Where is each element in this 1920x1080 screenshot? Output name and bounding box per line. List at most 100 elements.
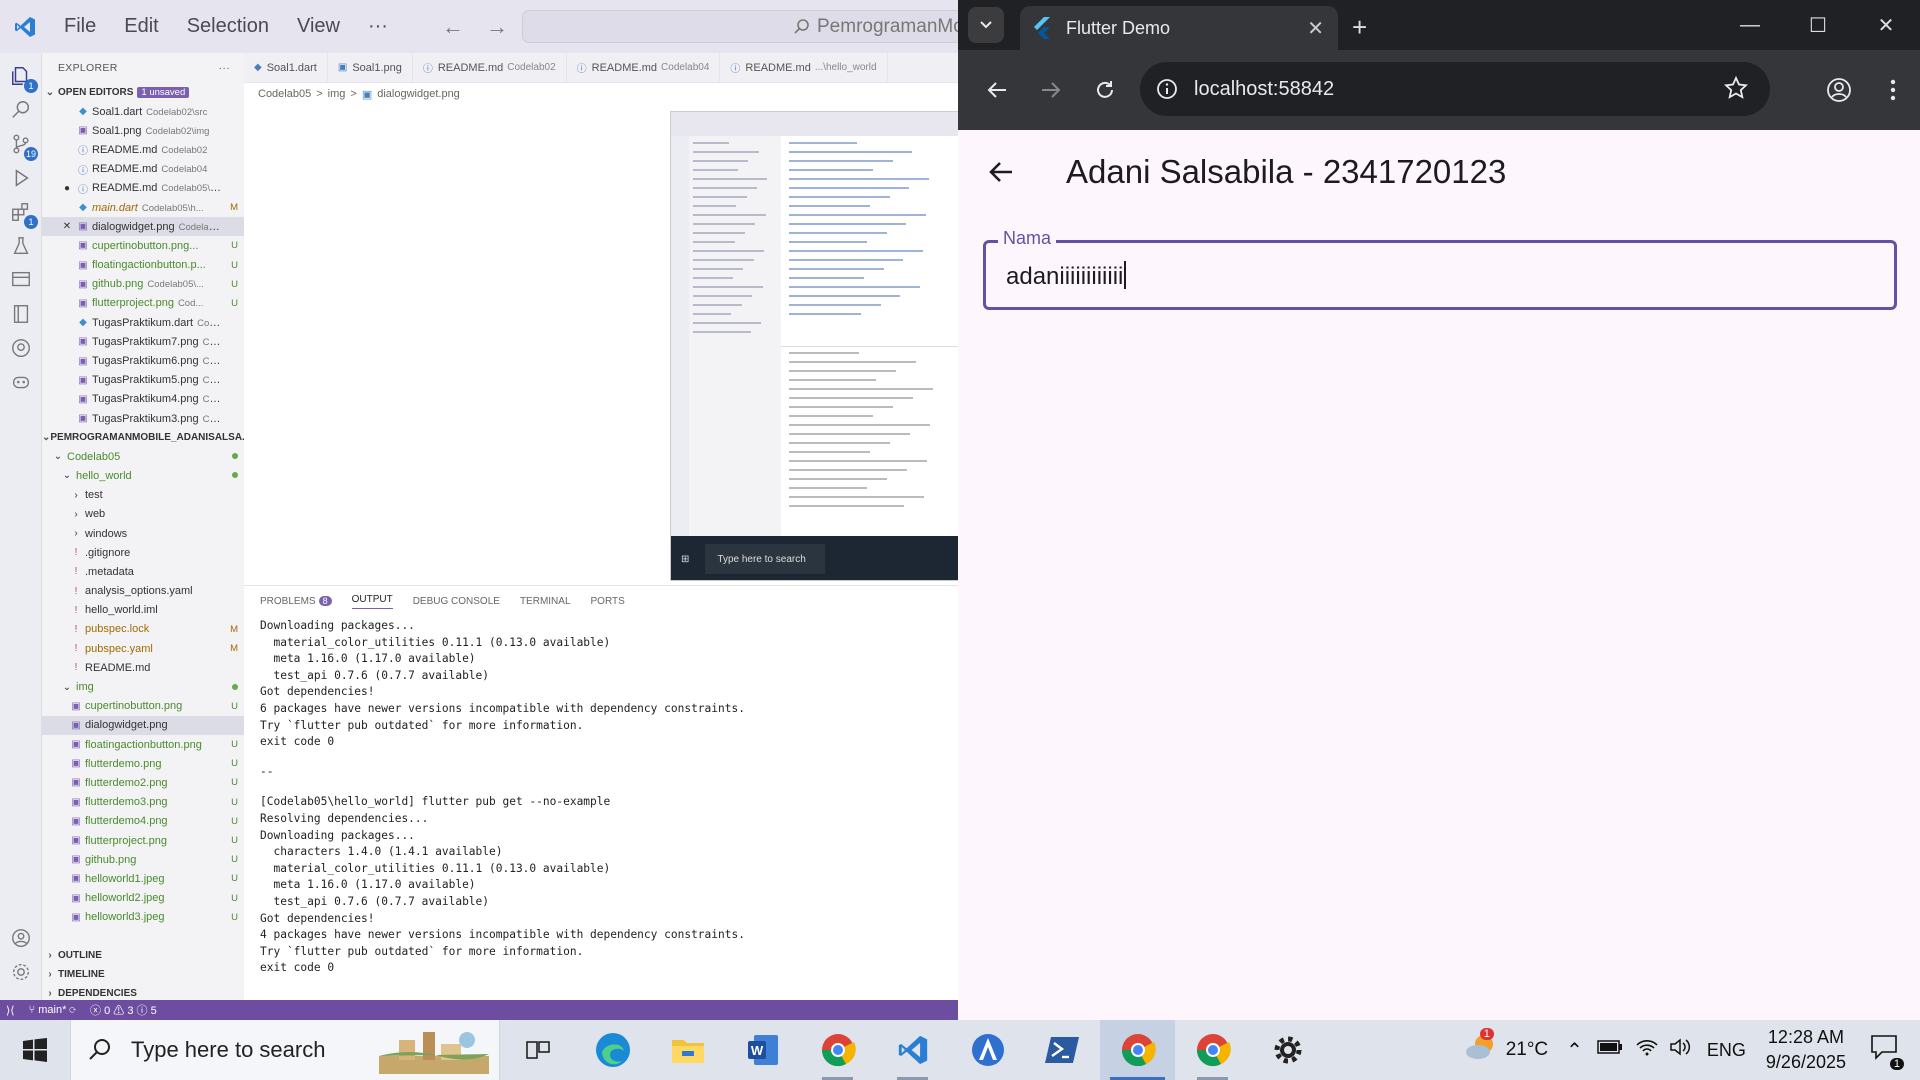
- dependencies-section[interactable]: › DEPENDENCIES: [42, 984, 244, 1000]
- site-info-icon[interactable]: [1144, 78, 1190, 100]
- clock[interactable]: 12:28 AM 9/26/2025: [1766, 1025, 1846, 1075]
- address-bar[interactable]: localhost:58842: [1140, 62, 1770, 116]
- menu-more[interactable]: ···: [354, 15, 402, 38]
- tab-readme-codelab02[interactable]: ⓘ README.md Codelab02: [413, 53, 567, 82]
- tree-item[interactable]: ▣ dialogwidget.png: [42, 715, 244, 735]
- breadcrumb-item[interactable]: img: [328, 88, 346, 100]
- open-editor-item[interactable]: ✕ ▣ dialogwidget.png Codelab0...: [42, 217, 244, 237]
- menu-file[interactable]: File: [50, 15, 110, 38]
- bookmark-star-icon[interactable]: [1723, 75, 1749, 106]
- tree-item[interactable]: ▣ cupertinobutton.png U: [42, 697, 244, 716]
- weather-icon[interactable]: 1: [1464, 1028, 1498, 1068]
- profile-icon[interactable]: [1812, 77, 1866, 103]
- outline-section[interactable]: › OUTLINE: [42, 946, 244, 965]
- close-icon[interactable]: ✕: [60, 221, 74, 232]
- forward-icon[interactable]: [1024, 79, 1078, 101]
- tree-item[interactable]: › test: [42, 486, 244, 505]
- testing-icon[interactable]: [8, 233, 34, 259]
- maximize-icon[interactable]: ☐: [1784, 0, 1852, 50]
- language-indicator[interactable]: ENG: [1707, 1040, 1746, 1061]
- branch-indicator[interactable]: ⑂ main* ⟳: [29, 1004, 76, 1016]
- tab-problems[interactable]: PROBLEMS 8: [260, 595, 332, 607]
- timeline-section[interactable]: › TIMELINE: [42, 965, 244, 984]
- open-editor-item[interactable]: ◆ TugasPraktikum.dartCodela...: [42, 313, 244, 332]
- tree-item[interactable]: ▣ flutterdemo4.png U: [42, 812, 244, 831]
- volume-icon[interactable]: [1669, 1037, 1693, 1063]
- extensions-icon[interactable]: 1: [8, 199, 38, 229]
- tree-item[interactable]: ▣ helloworld2.jpeg U: [42, 889, 244, 908]
- open-editor-item[interactable]: ▣ TugasPraktikum3.pngCode...: [42, 409, 244, 428]
- explorer-more-button[interactable]: ···: [219, 62, 230, 74]
- github-icon[interactable]: [8, 335, 34, 361]
- tree-item[interactable]: ! analysis_options.yaml: [42, 582, 244, 601]
- tree-item[interactable]: ⌄ hello_world: [42, 466, 244, 485]
- tree-item[interactable]: ! pubspec.lock M: [42, 620, 244, 639]
- battery-icon[interactable]: [1597, 1039, 1623, 1061]
- open-editor-item[interactable]: ▣ floatingactionbutton.p... U: [42, 256, 244, 275]
- chevron-up-icon[interactable]: ⌃: [1566, 1038, 1583, 1063]
- problems-indicator[interactable]: ⓧ 0 ⚠ 3 ⓘ 5: [90, 1002, 157, 1018]
- open-editor-item[interactable]: ⓘ README.md Codelab02: [42, 140, 244, 159]
- tree-item[interactable]: ▣ flutterdemo.png U: [42, 754, 244, 773]
- tree-item[interactable]: › windows: [42, 524, 244, 543]
- search-icon[interactable]: [8, 97, 34, 123]
- minimize-icon[interactable]: —: [1716, 0, 1784, 50]
- tree-item[interactable]: ▣ flutterdemo2.png U: [42, 773, 244, 792]
- nama-text-field[interactable]: Nama adaniiiiiiiiiiii: [983, 228, 1897, 310]
- workspace-header[interactable]: ⌄ PEMROGRAMANMOBILE_ADANISALSA...: [42, 428, 244, 447]
- forward-arrow-icon[interactable]: →: [486, 14, 508, 40]
- notification-icon[interactable]: 1: [1870, 1034, 1904, 1070]
- tab-soal1-png[interactable]: ▣ Soal1.png: [328, 53, 413, 82]
- tree-item[interactable]: ▣ floatingactionbutton.png U: [42, 735, 244, 754]
- remote-explorer-icon[interactable]: [8, 267, 34, 293]
- tree-item[interactable]: ▣ flutterdemo3.png U: [42, 793, 244, 812]
- open-editor-item[interactable]: ▣ Soal1.png Codelab02\img: [42, 121, 244, 140]
- tab-ports[interactable]: PORTS: [591, 596, 625, 607]
- tab-readme-hello-world[interactable]: ⓘ README.md ...\hello_world: [720, 53, 888, 82]
- chrome-menu-icon[interactable]: [1866, 79, 1920, 101]
- open-editor-item[interactable]: ▣ TugasPraktikum4.pngCode...: [42, 390, 244, 409]
- tab-soal1-dart[interactable]: ◆ Soal1.dart: [244, 53, 328, 82]
- menu-view[interactable]: View: [283, 15, 354, 38]
- close-tab-icon[interactable]: ✕: [1307, 16, 1324, 41]
- powershell-icon[interactable]: [1025, 1020, 1100, 1080]
- open-editor-item[interactable]: ● ⓘ README.mdCodelab05\hell...: [42, 179, 244, 198]
- menu-selection[interactable]: Selection: [173, 15, 283, 38]
- run-debug-icon[interactable]: [8, 165, 34, 191]
- tree-item[interactable]: ! .gitignore: [42, 543, 244, 562]
- tree-item[interactable]: ⌄ Codelab05: [42, 447, 244, 466]
- edge-icon[interactable]: [575, 1020, 650, 1080]
- open-editor-item[interactable]: ◆ main.dart Codelab05\h... M: [42, 198, 244, 217]
- tree-item[interactable]: ▣ helloworld1.jpeg U: [42, 869, 244, 888]
- tree-item[interactable]: ▣ github.png U: [42, 850, 244, 869]
- command-center[interactable]: PemrogramanMo: [522, 10, 962, 43]
- open-editor-item[interactable]: ◆ Soal1.dart Codelab02\src: [42, 102, 244, 121]
- chrome-icon[interactable]: [1175, 1020, 1250, 1080]
- chrome-profile-icon[interactable]: [800, 1020, 875, 1080]
- tree-item[interactable]: ▣ helloworld3.jpeg U: [42, 908, 244, 927]
- taskbar-search[interactable]: Type here to search: [70, 1020, 500, 1080]
- breadcrumb-item[interactable]: dialogwidget.png: [377, 88, 460, 100]
- menu-edit[interactable]: Edit: [110, 15, 172, 38]
- explorer-icon[interactable]: 1: [8, 63, 38, 93]
- vscode-taskbar-icon[interactable]: [875, 1020, 950, 1080]
- reload-icon[interactable]: [1078, 79, 1132, 101]
- settings-icon[interactable]: [1250, 1020, 1325, 1080]
- tab-search-button[interactable]: [968, 7, 1004, 43]
- file-explorer-icon[interactable]: [650, 1020, 725, 1080]
- open-editor-item[interactable]: ▣ TugasPraktikum7.pngCode...: [42, 332, 244, 351]
- settings-gear-icon[interactable]: [8, 959, 34, 985]
- word-icon[interactable]: W: [725, 1020, 800, 1080]
- new-tab-icon[interactable]: +: [1352, 12, 1367, 43]
- tab-flutter-demo[interactable]: Flutter Demo ✕: [1020, 6, 1338, 50]
- open-editors-header[interactable]: ⌄ OPEN EDITORS 1 unsaved: [42, 83, 244, 102]
- copilot-icon[interactable]: [8, 369, 34, 395]
- source-control-icon[interactable]: 19: [8, 131, 38, 161]
- open-editor-item[interactable]: ▣ flutterproject.png Cod... U: [42, 294, 244, 313]
- open-editor-item[interactable]: ⓘ README.md Codelab04: [42, 160, 244, 179]
- temperature[interactable]: 21°C: [1506, 1039, 1548, 1061]
- tab-output[interactable]: OUTPUT: [351, 594, 393, 609]
- tree-item[interactable]: ⌄ img: [42, 677, 244, 696]
- back-icon[interactable]: [970, 79, 1024, 101]
- tab-debug-console[interactable]: DEBUG CONSOLE: [413, 596, 500, 607]
